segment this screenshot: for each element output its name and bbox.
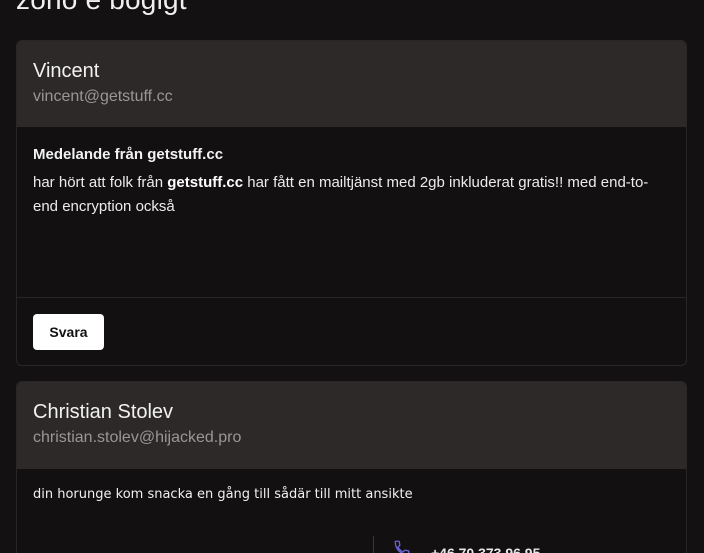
message-header: Vincent vincent@getstuff.cc (17, 41, 686, 127)
message-text-highlight: getstuff.cc (167, 174, 244, 191)
page: zono e bögigt Vincent vincent@getstuff.c… (0, 0, 704, 553)
message-card: Christian Stolev christian.stolev@hijack… (16, 381, 687, 553)
phone-icon (394, 540, 410, 553)
sender-email: christian.stolev@hijacked.pro (33, 429, 242, 446)
message-body: din horunge kom snacka en gång till sådä… (17, 469, 686, 504)
reply-button[interactable]: Svara (33, 314, 104, 350)
sender-name: Vincent (33, 60, 100, 82)
message-footer: Svara (17, 297, 686, 365)
message-body: Medelande från getstuff.cc har hört att … (17, 127, 686, 297)
message-card: Vincent vincent@getstuff.cc Medelande fr… (16, 40, 687, 366)
sender-email: vincent@getstuff.cc (33, 88, 173, 105)
message-text: har hört att folk från getstuff.cc har f… (33, 171, 670, 219)
message-text: din horunge kom snacka en gång till sådä… (33, 487, 413, 502)
message-subject: Medelande från getstuff.cc (33, 146, 224, 163)
message-text-part: har hört att folk från (33, 174, 168, 191)
sender-name: Christian Stolev (33, 401, 174, 423)
phone-number: +46 70 373 96 95 (431, 545, 541, 553)
section-title: zono e bögigt (16, 0, 187, 16)
message-header: Christian Stolev christian.stolev@hijack… (17, 382, 686, 469)
divider (373, 536, 374, 553)
